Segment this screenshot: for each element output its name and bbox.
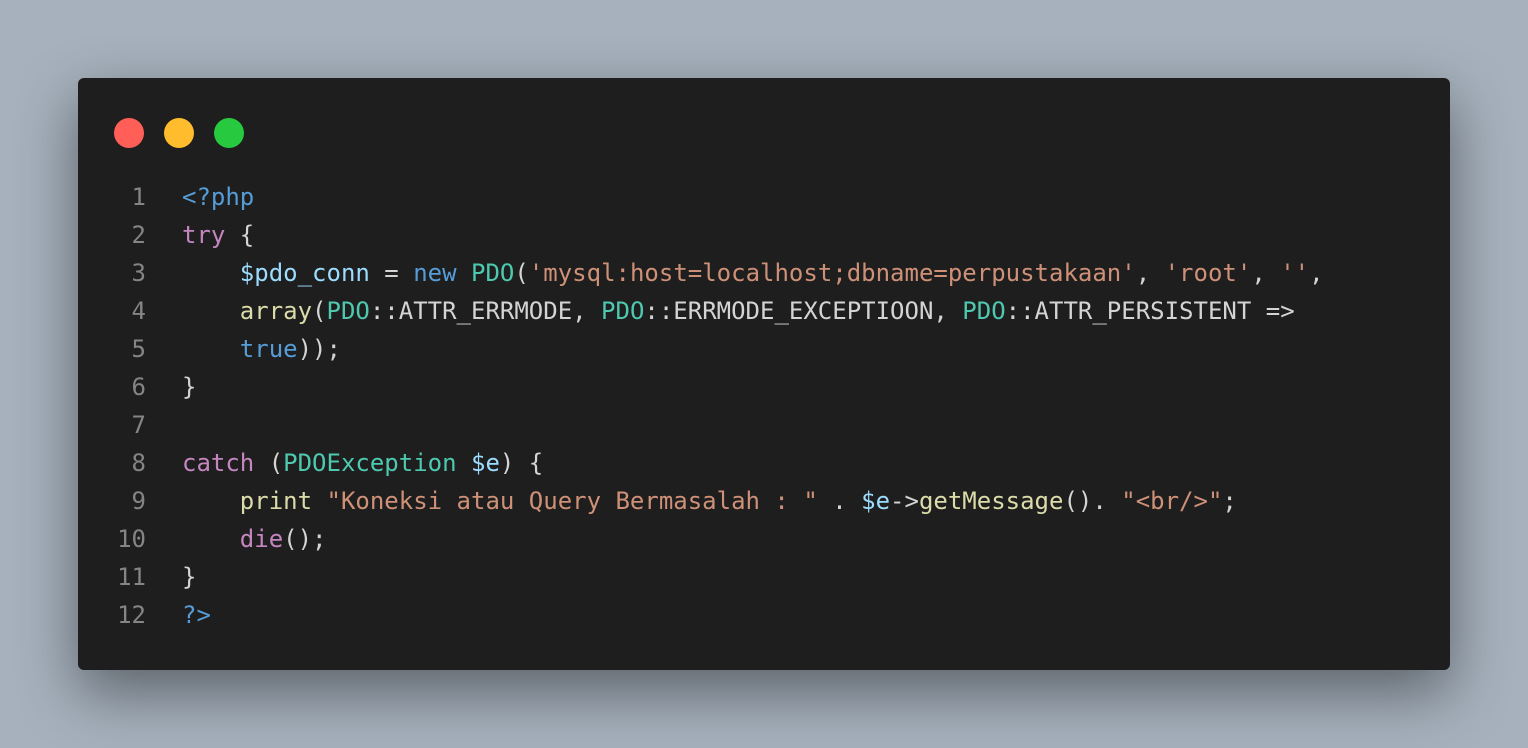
line-source: <?php xyxy=(182,178,254,216)
code-token: true xyxy=(239,335,298,363)
line-source: array(PDO::ATTR_ERRMODE, PDO::ERRMODE_EX… xyxy=(182,292,1295,330)
code-line: 11} xyxy=(78,558,1450,596)
line-number: 1 xyxy=(131,183,146,211)
line-source: } xyxy=(182,368,196,406)
code-token: PDO xyxy=(962,297,1006,325)
code-token: ::ATTR_PERSISTENT => xyxy=(1005,297,1295,325)
code-line: 3 $pdo_conn = new PDO('mysql:host=localh… xyxy=(78,254,1450,292)
code-token: new xyxy=(413,259,457,287)
code-line: 8 catch (PDOException $e) { xyxy=(78,444,1450,482)
line-number: 6 xyxy=(131,373,146,401)
code-token: } xyxy=(182,373,197,401)
code-line: 5 true)); xyxy=(78,330,1450,368)
code-block: 1 <?php 2 try {3 $pdo_conn = new PDO('mysql… xyxy=(78,178,1450,634)
code-line: 2 try { xyxy=(78,216,1450,254)
line-number: 3 xyxy=(131,259,146,287)
code-line: 12 ?> xyxy=(78,596,1450,634)
code-token: ) { xyxy=(499,449,544,477)
code-token: PDO xyxy=(601,297,645,325)
code-token: , xyxy=(1251,259,1281,287)
code-token: ( xyxy=(312,297,327,325)
line-source: print "Koneksi atau Query Bermasalah : "… xyxy=(182,482,1237,520)
code-token: )); xyxy=(297,335,341,363)
code-token: "Koneksi atau Query Bermasalah : " xyxy=(326,487,818,515)
code-token: array xyxy=(239,297,313,325)
line-number: 2 xyxy=(131,221,146,249)
code-token: 'root' xyxy=(1164,259,1252,287)
code-token: 'mysql:host=localhost;dbname=perpustakaa… xyxy=(528,259,1136,287)
code-token: ::ERRMODE_EXCEPTIOON, xyxy=(644,297,963,325)
line-source: die(); xyxy=(182,520,327,558)
code-line: 10 die(); xyxy=(78,520,1450,558)
line-number: 7 xyxy=(131,411,146,439)
code-token: , xyxy=(1135,259,1165,287)
code-token: PDO xyxy=(326,297,370,325)
line-number: 12 xyxy=(117,601,146,629)
code-token: ::ATTR_ERRMODE, xyxy=(369,297,602,325)
code-line: 7 xyxy=(78,406,1450,444)
code-token: getMessage xyxy=(918,487,1064,515)
code-line: 9 print "Koneksi atau Query Bermasalah :… xyxy=(78,482,1450,520)
code-token: -> xyxy=(890,487,919,515)
line-source: catch (PDOException $e) { xyxy=(182,444,543,482)
code-line: 1 <?php xyxy=(78,178,1450,216)
code-token: , xyxy=(1309,259,1324,287)
line-source: try { xyxy=(182,216,254,254)
line-source: ?> xyxy=(182,596,211,634)
code-token: $e xyxy=(861,487,891,515)
code-token: ; xyxy=(1222,487,1237,515)
code-token: '' xyxy=(1280,259,1310,287)
line-number: 5 xyxy=(131,335,146,363)
code-token: ( xyxy=(254,449,284,477)
minimize-dot[interactable] xyxy=(164,118,194,148)
line-number: 8 xyxy=(131,449,146,477)
code-token: . xyxy=(817,487,862,515)
line-number: 9 xyxy=(131,487,146,515)
code-token: PDO xyxy=(471,259,515,287)
code-token: (). xyxy=(1063,487,1122,515)
code-token: <?php xyxy=(182,183,255,211)
line-source: } xyxy=(182,558,196,596)
code-window: 1 <?php 2 try {3 $pdo_conn = new PDO('mysql… xyxy=(78,78,1450,670)
code-token: "<br/>" xyxy=(1121,487,1223,515)
code-token: } xyxy=(182,563,197,591)
close-dot[interactable] xyxy=(114,118,144,148)
maximize-dot[interactable] xyxy=(214,118,244,148)
code-token: print xyxy=(239,487,313,515)
code-token: ( xyxy=(514,259,529,287)
code-line: 6} xyxy=(78,368,1450,406)
code-token: try xyxy=(182,221,226,249)
code-token: catch xyxy=(182,449,255,477)
code-token: ?> xyxy=(182,601,211,629)
code-token: (); xyxy=(283,525,327,553)
code-token: $pdo_conn xyxy=(239,259,370,287)
code-line: 4 array(PDO::ATTR_ERRMODE, PDO::ERRMODE_… xyxy=(78,292,1450,330)
line-number: 4 xyxy=(131,297,146,325)
code-token: { xyxy=(225,221,255,249)
code-token: PDOException xyxy=(283,449,457,477)
code-token: $e xyxy=(471,449,500,477)
code-token: die xyxy=(239,525,284,553)
line-source: $pdo_conn = new PDO('mysql:host=localhos… xyxy=(182,254,1324,292)
line-number: 11 xyxy=(117,563,146,591)
line-number: 10 xyxy=(117,525,146,553)
line-source: true)); xyxy=(182,330,341,368)
code-token: = xyxy=(369,259,414,287)
